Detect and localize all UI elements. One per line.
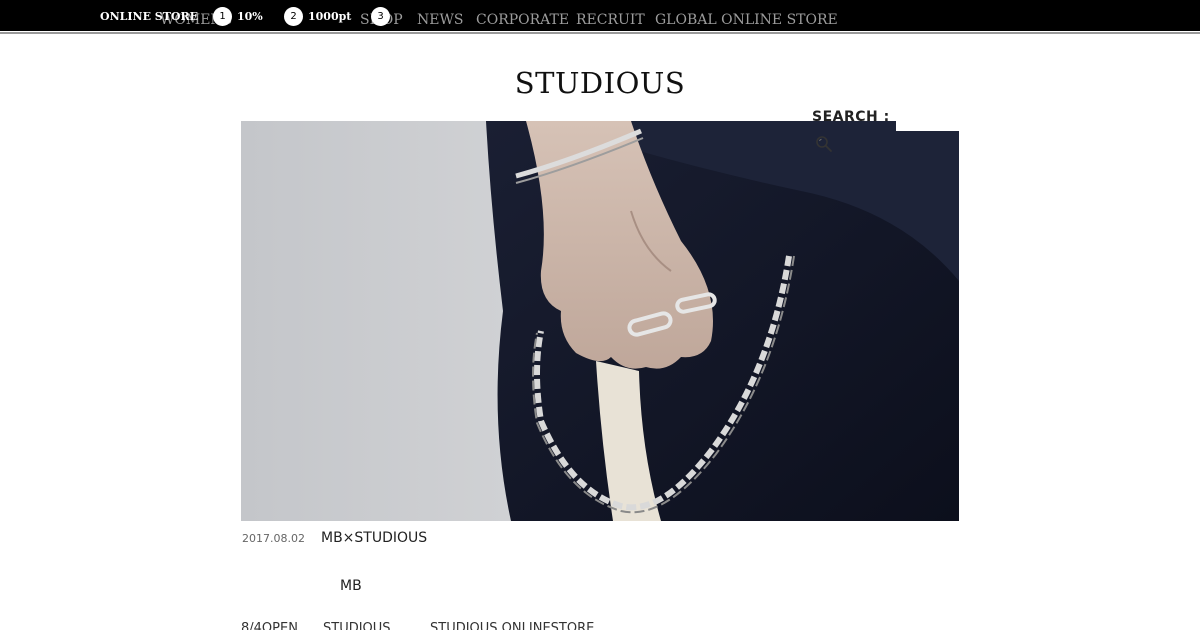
site-logo[interactable]: STUDIOUS — [0, 66, 1200, 100]
article-online-store[interactable]: STUDIOUS ONLINESTORE — [430, 621, 594, 630]
promo-online-store[interactable]: ONLINE STORE — [100, 10, 198, 23]
search-input[interactable] — [896, 114, 959, 131]
search-icon[interactable] — [815, 135, 833, 153]
jewelry-photo-icon — [241, 121, 959, 521]
nav-global-online-store[interactable]: GLOBAL ONLINE STORE — [655, 12, 838, 28]
nav-news[interactable]: NEWS — [417, 12, 463, 28]
article-date: 2017.08.02 — [242, 532, 305, 545]
promo-points: 1000pt — [308, 10, 352, 23]
promo-badge-2: 2 — [284, 7, 303, 26]
article-brand: STUDIOUS — [323, 621, 391, 630]
top-bar-divider — [0, 32, 1200, 34]
nav-corporate[interactable]: CORPORATE — [476, 12, 569, 28]
nav-recruit[interactable]: RECRUIT — [576, 12, 645, 28]
promo-discount: 10% — [237, 10, 263, 23]
article-open-date: 8/4OPEN — [241, 621, 298, 630]
article-title[interactable]: MB×STUDIOUS — [321, 530, 427, 546]
search-label: SEARCH : — [812, 109, 890, 125]
article-subtitle: MB — [340, 578, 362, 594]
hero-image[interactable] — [241, 121, 959, 521]
promo-badge-3: 3 — [371, 7, 390, 26]
promo-badge-1: 1 — [213, 7, 232, 26]
